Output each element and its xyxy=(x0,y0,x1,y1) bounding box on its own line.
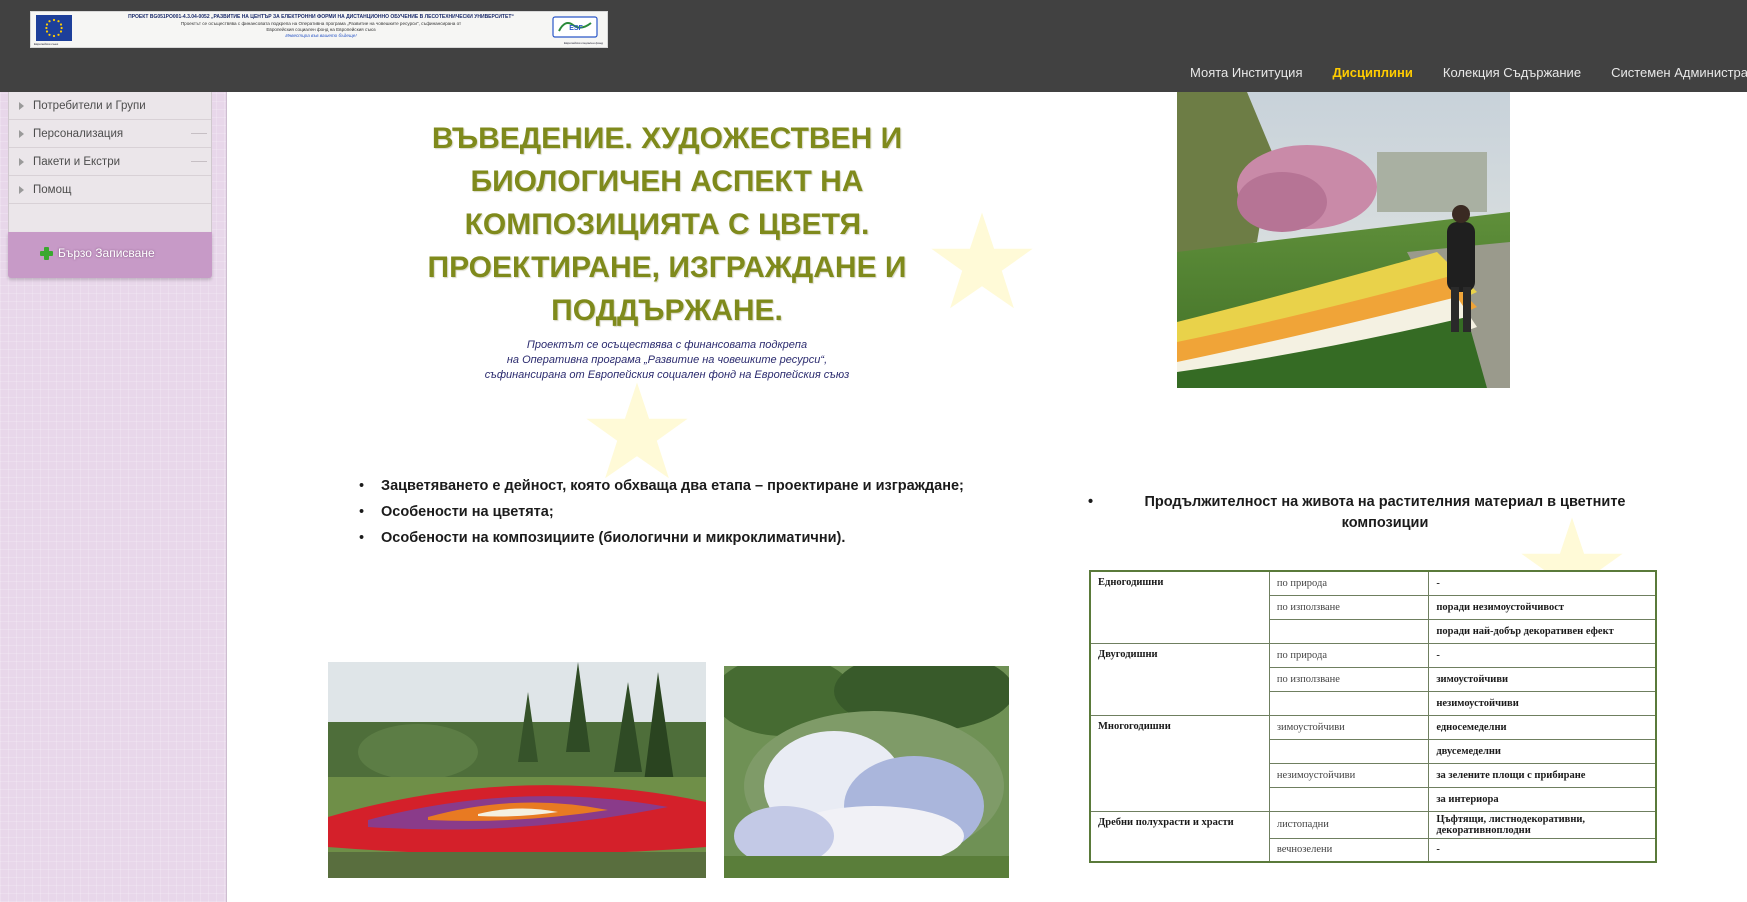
lifespan-table-body: Едногодишни по природа - по използване порад… xyxy=(1089,570,1657,863)
bullet-item: Особености на композициите (биологични и… xyxy=(355,528,995,548)
table-subtype-cell: по използване xyxy=(1268,594,1430,620)
chevron-right-icon xyxy=(19,186,24,194)
sidebar-item-users-groups[interactable]: Потребители и Групи xyxy=(9,92,211,120)
chevron-right-icon xyxy=(19,130,24,138)
table-group-cell: Дребни полухрасти и храсти xyxy=(1089,810,1270,863)
lifespan-heading: • Продължителност на живота на растителн… xyxy=(1082,492,1662,534)
chevron-right-icon xyxy=(19,158,24,166)
table-value-cell: - xyxy=(1428,642,1657,668)
table-subtype-cell: по природа xyxy=(1268,570,1430,596)
table-group-cell: Едногодишни xyxy=(1089,570,1270,644)
table-group-cell: Двугодишни xyxy=(1089,642,1270,716)
table-value-cell: зимоустойчиви xyxy=(1428,666,1657,692)
nav-system-admin[interactable]: Системен Администратор xyxy=(1611,62,1747,92)
table-value-cell: поради незимоустойчивост xyxy=(1428,594,1657,620)
slide-bullets: Зацветяването е дейност, която обхваща д… xyxy=(355,476,995,554)
nav-courses[interactable]: Дисциплини xyxy=(1332,62,1412,92)
lifespan-table: Едногодишни по природа - по използване порад… xyxy=(1089,570,1657,863)
plus-icon xyxy=(40,247,53,260)
watermark-star-icon xyxy=(586,382,688,479)
table-row: Едногодишни по природа - xyxy=(1089,570,1657,644)
table-value-cell: за интериора xyxy=(1428,786,1657,812)
table-value-cell: двусемеделни xyxy=(1428,738,1657,764)
nav-content-collection[interactable]: Колекция Съдържание xyxy=(1443,62,1581,92)
flower-carpet-photo xyxy=(328,662,706,878)
sidebar-item-personalization[interactable]: Персонализация xyxy=(9,120,211,148)
table-value-cell: поради най-добър декоративен ефект xyxy=(1428,618,1657,644)
nav-my-institution[interactable]: Моята Институция xyxy=(1190,62,1302,92)
table-subtype-cell xyxy=(1268,738,1430,764)
table-row: Многогодишни зимоустойчиви едносемеделни xyxy=(1089,714,1657,812)
slide-title: ВЪВЕДЕНИЕ. ХУДОЖЕСТВЕН И БИОЛОГИЧЕН АСПЕ… xyxy=(427,122,907,327)
sidebar-item-label: Потребители и Групи xyxy=(33,100,146,112)
divider xyxy=(191,161,207,162)
sidebar-item-help[interactable]: Помощ xyxy=(9,176,211,204)
chevron-right-icon xyxy=(19,102,24,110)
table-value-cell: - xyxy=(1428,570,1657,596)
bullet-item: Зацветяването е дейност, която обхваща д… xyxy=(355,476,995,496)
sidebar-menu: Потребители и Групи Персонализация Пакет… xyxy=(8,92,212,232)
main-navigation: Моята Институция Дисциплини Колекция Съд… xyxy=(1190,62,1747,92)
sidebar-item-label: Персонализация xyxy=(33,128,124,140)
park-garden-photo xyxy=(1177,92,1510,388)
table-subtype-cell: зимоустойчиви xyxy=(1268,714,1430,740)
table-subtype-cell xyxy=(1268,618,1430,644)
table-value-cell: - xyxy=(1428,837,1657,863)
table-row: Дребни полухрасти и храсти листопадни Цъфт… xyxy=(1089,810,1657,863)
table-row: Двугодишни по природа - xyxy=(1089,642,1657,716)
quick-enroll-button[interactable]: Бързо Записване xyxy=(8,232,212,278)
table-value-cell: за зелените площи с прибиране xyxy=(1428,762,1657,788)
sidebar: Потребители и Групи Персонализация Пакет… xyxy=(0,92,227,902)
funding-note: Проектът се осъществява с финансовата по… xyxy=(387,338,947,383)
watermark-star-icon xyxy=(931,212,1033,309)
table-group-cell: Многогодишни xyxy=(1089,714,1270,812)
table-subtype-cell xyxy=(1268,786,1430,812)
quick-enroll-label: Бързо Записване xyxy=(58,246,155,260)
table-subtype-cell: незимоустойчиви xyxy=(1268,762,1430,788)
sidebar-item-label: Помощ xyxy=(33,184,72,196)
sidebar-item-label: Пакети и Екстри xyxy=(33,156,121,168)
table-value-cell: Цъфтящи, листнодекоративни, декоративноп… xyxy=(1428,810,1657,839)
table-subtype-cell: вечнозелени xyxy=(1268,837,1430,863)
funding-line: на Оперативна програма „Развитие на чове… xyxy=(506,354,828,366)
table-value-cell: едносемеделни xyxy=(1428,714,1657,740)
flower-bed-photo xyxy=(724,666,1009,878)
lifespan-heading-text: Продължителност на живота на растителния… xyxy=(1144,494,1626,531)
table-subtype-cell xyxy=(1268,690,1430,716)
divider xyxy=(191,133,207,134)
slide-content: ВЪВЕДЕНИЕ. ХУДОЖЕСТВЕН И БИОЛОГИЧЕН АСПЕ… xyxy=(227,92,1747,902)
main-navigation-wrapper: Моята Институция Дисциплини Колекция Съд… xyxy=(0,0,1747,92)
bullet-item: Особености на цветята; xyxy=(355,502,995,522)
bullet-marker: • xyxy=(1088,494,1094,510)
table-subtype-cell: по използване xyxy=(1268,666,1430,692)
table-subtype-cell: по природа xyxy=(1268,642,1430,668)
table-subtype-cell: листопадни xyxy=(1268,810,1430,839)
funding-line: Проектът се осъществява с финансовата по… xyxy=(526,339,808,351)
table-value-cell: незимоустойчиви xyxy=(1428,690,1657,716)
funding-line: съфинансирана от Европейския социален фо… xyxy=(484,369,850,381)
sidebar-item-packages[interactable]: Пакети и Екстри xyxy=(9,148,211,176)
